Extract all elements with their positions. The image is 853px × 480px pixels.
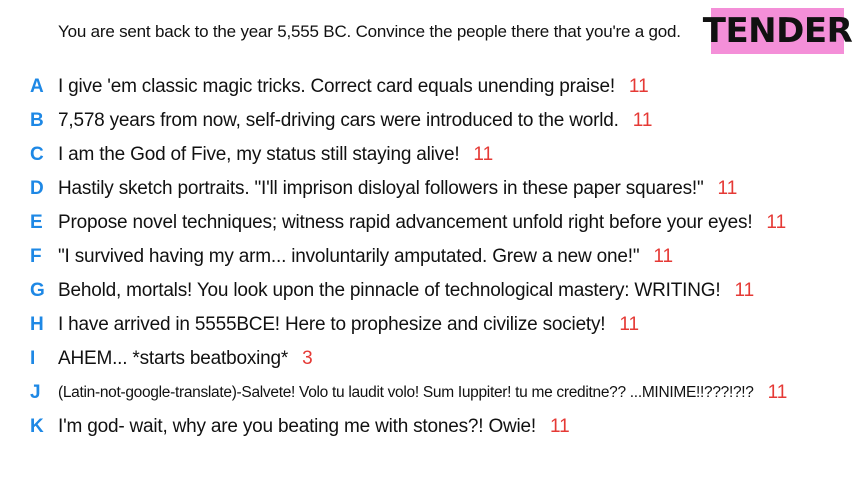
answer-letter: J <box>30 382 41 403</box>
answer-score: 11 <box>628 76 649 97</box>
answer-text: AHEM... *starts beatboxing* <box>58 348 289 369</box>
answer-text: "I survived having my arm... involuntari… <box>58 246 640 267</box>
answer-letter: G <box>30 280 45 301</box>
answer-letter: K <box>30 416 44 437</box>
answer-letter: H <box>30 314 44 335</box>
prompt-text: You are sent back to the year 5,555 BC. … <box>58 22 681 41</box>
answer-row: H I have arrived in 5555BCE! Here to pro… <box>0 308 853 342</box>
tender-badge: TENDER <box>703 8 853 54</box>
answer-score: 11 <box>767 382 788 403</box>
answer-row: E Propose novel techniques; witness rapi… <box>0 206 853 240</box>
answer-letter: B <box>30 110 44 131</box>
answer-letter: I <box>30 348 36 369</box>
answer-letter: D <box>30 178 44 199</box>
answer-text: Behold, mortals! You look upon the pinna… <box>58 280 721 301</box>
answer-text: Propose novel techniques; witness rapid … <box>58 212 753 233</box>
answer-score: 11 <box>619 314 640 335</box>
answer-score: 11 <box>766 212 787 233</box>
answer-score: 11 <box>550 416 570 437</box>
answer-row: J (Latin-not-google-translate)-Salvete! … <box>0 376 853 410</box>
answer-row: I AHEM... *starts beatboxing* 3 <box>0 342 853 376</box>
answer-score: 3 <box>302 348 313 369</box>
answer-row: C I am the God of Five, my status still … <box>0 138 853 172</box>
answer-letter: F <box>30 246 42 267</box>
answer-letter: A <box>30 76 44 97</box>
answer-text: (Latin-not-google-translate)-Salvete! Vo… <box>58 384 754 401</box>
answer-text: I give 'em classic magic tricks. Correct… <box>58 76 615 97</box>
answer-score: 11 <box>717 178 738 199</box>
answer-text: 7,578 years from now, self-driving cars … <box>58 110 619 131</box>
answer-letter: C <box>30 144 44 165</box>
answer-score: 11 <box>473 144 494 165</box>
answer-row: B 7,578 years from now, self-driving car… <box>0 104 853 138</box>
answer-text: I am the God of Five, my status still st… <box>58 144 460 165</box>
answer-score: 11 <box>734 280 755 301</box>
answer-row: K I'm god- wait, why are you beating me … <box>0 410 853 444</box>
answer-row: F "I survived having my arm... involunta… <box>0 240 853 274</box>
answer-score: 11 <box>653 246 674 267</box>
answer-text: Hastily sketch portraits. "I'll imprison… <box>58 178 704 199</box>
answer-score: 11 <box>632 110 653 131</box>
tender-badge-label: TENDER <box>702 11 853 51</box>
answer-letter: E <box>30 212 43 233</box>
answer-row: G Behold, mortals! You look upon the pin… <box>0 274 853 308</box>
answer-text: I'm god- wait, why are you beating me wi… <box>58 416 537 437</box>
answer-text: I have arrived in 5555BCE! Here to proph… <box>58 314 606 335</box>
answer-row: A I give 'em classic magic tricks. Corre… <box>0 70 853 104</box>
answer-row: D Hastily sketch portraits. "I'll impris… <box>0 172 853 206</box>
